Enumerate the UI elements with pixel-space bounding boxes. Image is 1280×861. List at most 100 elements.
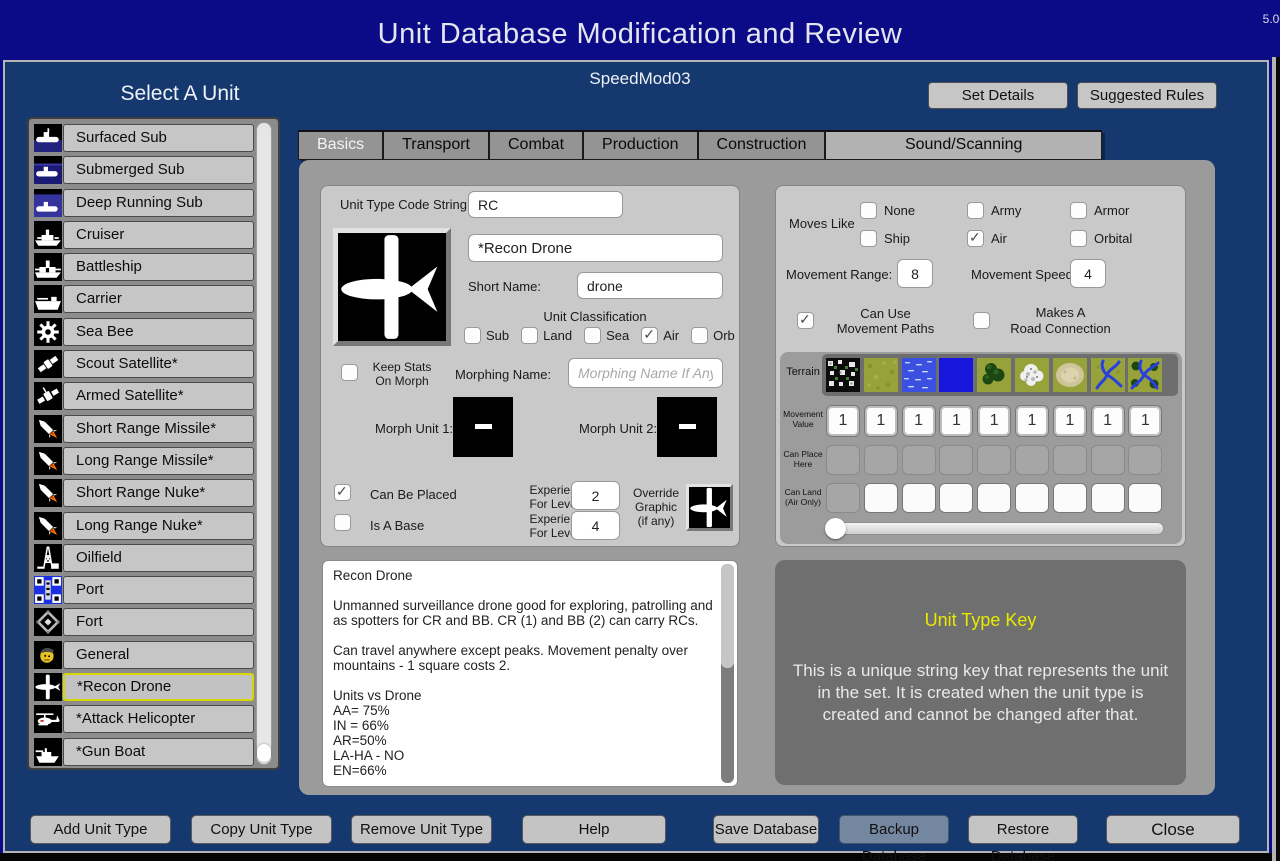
unit-list-item[interactable]: Oilfield bbox=[34, 543, 254, 573]
unit-list-item[interactable]: Short Range Nuke* bbox=[34, 478, 254, 508]
keep-stats-checkbox[interactable] bbox=[341, 364, 358, 381]
unit-list-item[interactable]: Sea Bee bbox=[34, 317, 254, 347]
morph-unit-1-slot[interactable] bbox=[453, 397, 513, 457]
can-land-cell[interactable] bbox=[1091, 483, 1125, 513]
tab[interactable]: Construction bbox=[698, 132, 826, 160]
short-name-input[interactable] bbox=[577, 272, 723, 299]
tab[interactable]: Combat bbox=[489, 132, 583, 160]
morph-unit-2-slot[interactable] bbox=[657, 397, 717, 457]
override-graphic-slot[interactable] bbox=[686, 484, 733, 531]
can-place-cell[interactable] bbox=[1091, 445, 1125, 475]
unit-list-item[interactable]: *Recon Drone bbox=[34, 672, 254, 702]
movement-value-cell[interactable]: 1 bbox=[977, 405, 1011, 437]
movement-value-cell[interactable]: 1 bbox=[864, 405, 898, 437]
can-place-cell[interactable] bbox=[902, 445, 936, 475]
unit-list-item[interactable]: Deep Running Sub bbox=[34, 188, 254, 218]
unit-name-input[interactable] bbox=[468, 234, 723, 262]
unit-list-item[interactable]: Long Range Nuke* bbox=[34, 511, 254, 541]
unit-label: Scout Satellite* bbox=[63, 350, 254, 378]
checkbox[interactable] bbox=[641, 327, 658, 344]
description-scroll-thumb[interactable] bbox=[721, 564, 734, 668]
tab[interactable]: Production bbox=[583, 132, 698, 160]
footer-button[interactable]: Backup Database bbox=[839, 815, 949, 844]
can-land-cell[interactable] bbox=[977, 483, 1011, 513]
footer-button[interactable]: Restore Database bbox=[968, 815, 1078, 844]
unit-list-item[interactable]: Cruiser bbox=[34, 220, 254, 250]
unit-list-item[interactable]: Port bbox=[34, 575, 254, 605]
movement-speed-input[interactable] bbox=[1070, 259, 1106, 288]
can-place-cell[interactable] bbox=[977, 445, 1011, 475]
can-land-cell[interactable] bbox=[1128, 483, 1162, 513]
is-a-base-checkbox[interactable] bbox=[334, 514, 351, 531]
footer-button[interactable]: Help bbox=[522, 815, 666, 844]
movement-paths-checkbox[interactable] bbox=[797, 312, 814, 329]
unit-list-item[interactable]: Scout Satellite* bbox=[34, 349, 254, 379]
road-connection-checkbox[interactable] bbox=[973, 312, 990, 329]
checkbox[interactable] bbox=[1070, 202, 1087, 219]
unit-list-item[interactable]: Long Range Missile* bbox=[34, 446, 254, 476]
unit-list-item[interactable]: Short Range Missile* bbox=[34, 414, 254, 444]
checkbox[interactable] bbox=[860, 202, 877, 219]
can-place-cell[interactable] bbox=[864, 445, 898, 475]
unit-list-item[interactable]: Battleship bbox=[34, 252, 254, 282]
can-land-cell[interactable] bbox=[1053, 483, 1087, 513]
unit-list-item[interactable]: Armed Satellite* bbox=[34, 381, 254, 411]
tab[interactable]: Transport bbox=[383, 132, 489, 160]
movement-value-cell[interactable]: 1 bbox=[1091, 405, 1125, 437]
checkbox[interactable] bbox=[584, 327, 601, 344]
can-land-cell[interactable] bbox=[939, 483, 973, 513]
terrain-tiles bbox=[826, 358, 1162, 392]
can-land-cell[interactable] bbox=[1015, 483, 1049, 513]
unit-list-item[interactable]: General bbox=[34, 640, 254, 670]
checkbox[interactable] bbox=[967, 230, 984, 247]
tab[interactable]: Sound/Scanning bbox=[825, 132, 1102, 160]
movement-value-cell[interactable]: 1 bbox=[939, 405, 973, 437]
unit-list-item[interactable]: *Gun Boat bbox=[34, 737, 254, 767]
exp-level3-input[interactable] bbox=[571, 511, 620, 540]
terrain-scrollbar[interactable] bbox=[826, 522, 1164, 535]
movement-range-input[interactable] bbox=[897, 259, 933, 288]
checkbox[interactable] bbox=[1070, 230, 1087, 247]
unit-list-item[interactable]: Surfaced Sub bbox=[34, 123, 254, 153]
can-be-placed-checkbox[interactable] bbox=[334, 484, 351, 501]
can-place-cell[interactable] bbox=[1015, 445, 1049, 475]
footer-button[interactable]: Add Unit Type bbox=[30, 815, 171, 844]
can-place-cell[interactable] bbox=[826, 445, 860, 475]
can-place-cell[interactable] bbox=[1128, 445, 1162, 475]
can-land-cell[interactable] bbox=[864, 483, 898, 513]
footer-button[interactable]: Remove Unit Type bbox=[351, 815, 492, 844]
road-connection-label: Makes A Road Connection bbox=[998, 305, 1123, 337]
movement-value-cell[interactable]: 1 bbox=[1015, 405, 1049, 437]
checkbox[interactable] bbox=[521, 327, 538, 344]
exp-level2-input[interactable] bbox=[571, 481, 620, 510]
unit-list-item[interactable]: *Attack Helicopter bbox=[34, 704, 254, 734]
set-details-button[interactable]: Set Details bbox=[928, 82, 1068, 109]
unit-list-item[interactable]: Submerged Sub bbox=[34, 155, 254, 185]
checkbox[interactable] bbox=[967, 202, 984, 219]
tab[interactable]: Basics bbox=[298, 132, 383, 160]
code-string-input[interactable] bbox=[468, 191, 623, 218]
movement-value-cell[interactable]: 1 bbox=[1053, 405, 1087, 437]
footer-button[interactable]: Copy Unit Type bbox=[191, 815, 332, 844]
terrain-scroll-thumb[interactable] bbox=[825, 518, 846, 539]
footer-button[interactable]: Save Database bbox=[713, 815, 819, 844]
movement-value-cell[interactable]: 1 bbox=[1128, 405, 1162, 437]
can-land-cell[interactable] bbox=[902, 483, 936, 513]
movement-value-cell[interactable]: 1 bbox=[826, 405, 860, 437]
unit-list-item[interactable]: Fort bbox=[34, 607, 254, 637]
checkbox[interactable] bbox=[464, 327, 481, 344]
checkbox[interactable] bbox=[860, 230, 877, 247]
description-textarea[interactable]: Recon Drone Unmanned surveillance drone … bbox=[322, 560, 738, 787]
checkbox[interactable] bbox=[691, 327, 708, 344]
can-place-cell[interactable] bbox=[939, 445, 973, 475]
movement-value-cell[interactable]: 1 bbox=[902, 405, 936, 437]
description-scrollbar[interactable] bbox=[721, 564, 734, 783]
unit-list-item[interactable]: Carrier bbox=[34, 284, 254, 314]
can-place-cell[interactable] bbox=[1053, 445, 1087, 475]
footer-button[interactable]: Close bbox=[1106, 815, 1240, 844]
unit-list-scrollbar[interactable] bbox=[256, 122, 272, 765]
can-land-cell[interactable] bbox=[826, 483, 860, 513]
unit-list-scroll-thumb[interactable] bbox=[257, 744, 271, 762]
suggested-rules-button[interactable]: Suggested Rules bbox=[1077, 82, 1217, 109]
morphing-name-input[interactable] bbox=[568, 358, 723, 388]
